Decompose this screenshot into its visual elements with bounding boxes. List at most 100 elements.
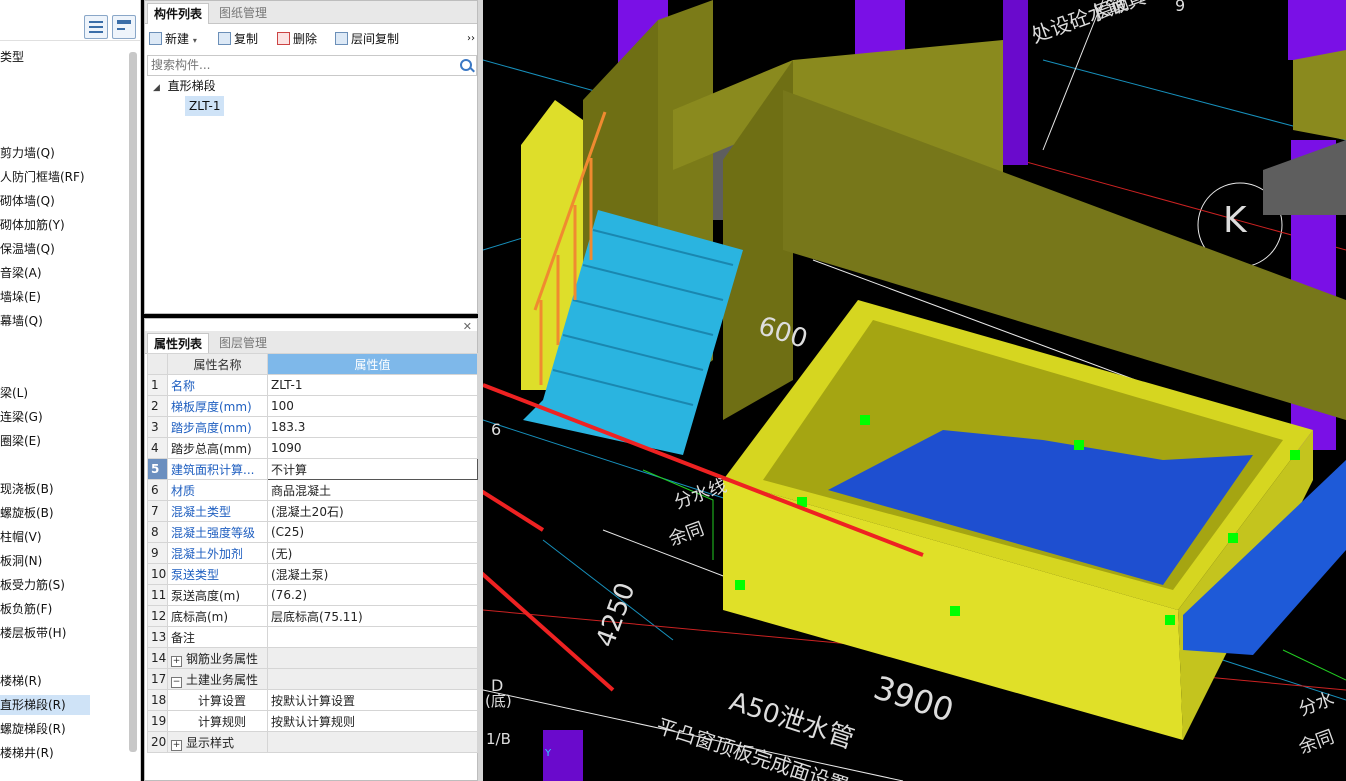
property-row[interactable]: 11 泵送高度(m) (76.2) (147, 584, 478, 606)
property-value[interactable]: 183.3 (267, 416, 478, 438)
tree-item-spiral-flight[interactable]: 螺旋梯段(R) (0, 719, 66, 739)
property-value[interactable]: (混凝土20石) (267, 500, 478, 522)
property-value[interactable]: ZLT-1 (267, 374, 478, 396)
tree-item-curtain-wall[interactable]: 幕墙(Q) (0, 311, 43, 331)
property-row[interactable]: 18 计算设置 按默认计算设置 (147, 689, 478, 711)
property-group-name: 显示样式 (186, 735, 235, 750)
property-row[interactable]: 4 踏步总高(mm) 1090 (147, 437, 478, 459)
property-name: 材质 (167, 479, 268, 501)
new-button[interactable]: 新建 ▾ (149, 30, 197, 48)
copy-icon (218, 32, 231, 45)
property-row[interactable]: 9 混凝土外加剂 (无) (147, 542, 478, 564)
collapse-triangle-icon[interactable]: ◢ (153, 83, 160, 93)
tree-item-column-cap[interactable]: 柱帽(V) (0, 527, 42, 547)
tree-item-insulation-wall[interactable]: 保温墙(Q) (0, 239, 55, 259)
more-icon[interactable]: ›› (467, 30, 475, 48)
3d-viewport[interactable]: 处设砼水簸箕 层面 9 K 600 3900 4250 A50泄水管 平凸窗顶板… (483, 0, 1346, 781)
property-value[interactable]: 按默认计算规则 (267, 710, 478, 732)
viewport-canvas (483, 0, 1346, 781)
search-icon[interactable] (460, 59, 472, 71)
expand-icon[interactable]: + (171, 655, 182, 667)
expand-icon[interactable]: + (171, 739, 182, 751)
delete-icon (277, 32, 290, 45)
property-value[interactable]: (C25) (267, 521, 478, 543)
tree-item-type[interactable]: 类型 (0, 47, 24, 67)
property-value[interactable]: 层底标高(75.11) (267, 605, 478, 627)
collapse-icon[interactable]: − (171, 676, 182, 688)
panel-view-icon[interactable] (112, 15, 136, 39)
property-row[interactable]: 10 泵送类型 (混凝土泵) (147, 563, 478, 585)
property-name: 计算规则 (167, 710, 268, 732)
tree-item-dark-beam[interactable]: 音梁(A) (0, 263, 42, 283)
tree-item-masonry-wall[interactable]: 砌体墙(Q) (0, 191, 55, 211)
property-row-selected[interactable]: 5 建筑面积计算... 不计算 (147, 458, 478, 480)
property-row[interactable]: 6 材质 商品混凝土 (147, 479, 478, 501)
header-property-name: 属性名称 (167, 353, 268, 375)
floor-copy-button[interactable]: 层间复制 (335, 30, 399, 48)
tree-toolbar (0, 0, 140, 41)
tree-item-stair[interactable]: 楼梯(R) (0, 671, 42, 691)
property-row[interactable]: 8 混凝土强度等级 (C25) (147, 521, 478, 543)
property-value[interactable]: 不计算 (267, 458, 478, 480)
tree-group-straight-flight[interactable]: ◢ 直形梯段 (153, 76, 216, 96)
tree-item-wall-pier[interactable]: 墙垛(E) (0, 287, 41, 307)
property-row[interactable]: 1 名称 ZLT-1 (147, 374, 478, 396)
tree-item-beam[interactable]: 梁(L) (0, 383, 28, 403)
floor-copy-icon (335, 32, 348, 45)
property-tabbar: 属性列表 图层管理 (145, 331, 477, 354)
tree-item-cast-slab[interactable]: 现浇板(B) (0, 479, 54, 499)
property-value[interactable]: 1090 (267, 437, 478, 459)
property-group-name: 钢筋业务属性 (186, 651, 259, 666)
tab-layer-manage[interactable]: 图层管理 (213, 333, 273, 353)
tree-item-stair-well[interactable]: 楼梯井(R) (0, 743, 54, 763)
tree-item-civil-door-wall[interactable]: 人防门框墙(RF) (0, 167, 85, 187)
tree-item-slab-main-rebar[interactable]: 板受力筋(S) (0, 575, 65, 595)
copy-button[interactable]: 复制 (218, 30, 258, 48)
property-row[interactable]: 3 踏步高度(mm) 183.3 (147, 416, 478, 438)
property-value[interactable]: (无) (267, 542, 478, 564)
tree-item-ring-beam[interactable]: 圈梁(E) (0, 431, 41, 451)
axis-y-label: Y (545, 748, 552, 759)
property-group-row[interactable]: 20 + 显示样式 (147, 731, 478, 753)
cad-text-1b: 1/B (486, 730, 511, 748)
tree-item-straight-flight[interactable]: 直形梯段(R) (0, 695, 90, 715)
property-row[interactable]: 13 备注 (147, 626, 478, 648)
chevron-down-icon[interactable]: ▾ (193, 36, 197, 45)
property-value[interactable]: (76.2) (267, 584, 478, 606)
property-row[interactable]: 12 底标高(m) 层底标高(75.11) (147, 605, 478, 627)
component-toolbar: 新建 ▾ 复制 删除 层间复制 ›› (145, 27, 477, 51)
property-value[interactable]: 商品混凝土 (267, 479, 478, 501)
tree-item-floor-strip[interactable]: 楼层板带(H) (0, 623, 66, 643)
property-group-row[interactable]: 14 + 钢筋业务属性 (147, 647, 478, 669)
tree-item-spiral-slab[interactable]: 螺旋板(B) (0, 503, 54, 523)
property-row[interactable]: 2 梯板厚度(mm) 100 (147, 395, 478, 417)
search-input[interactable] (148, 56, 454, 73)
property-row[interactable]: 7 混凝土类型 (混凝土20石) (147, 500, 478, 522)
property-value[interactable]: 按默认计算设置 (267, 689, 478, 711)
tree-item-shear-wall[interactable]: 剪力墙(Q) (0, 143, 55, 163)
cad-num-9: 9 (1175, 0, 1186, 15)
property-row[interactable]: 19 计算规则 按默认计算规则 (147, 710, 478, 732)
tree-item-zlt1[interactable]: ZLT-1 (185, 96, 225, 116)
property-value[interactable]: 100 (267, 395, 478, 417)
tab-property-list[interactable]: 属性列表 (147, 333, 210, 354)
tab-component-list[interactable]: 构件列表 (147, 3, 210, 24)
list-view-icon[interactable] (84, 15, 108, 39)
tab-drawing-manage[interactable]: 图纸管理 (213, 3, 273, 23)
property-panel: ✕ 属性列表 图层管理 属性名称 属性值 1 名称 ZLT-1 2 梯板厚度(mm) 1… (144, 318, 478, 781)
tree-item-link-beam[interactable]: 连梁(G) (0, 407, 43, 427)
component-type-tree: 类型 剪力墙(Q) 人防门框墙(RF) 砌体墙(Q) 砌体加筋(Y) 保温墙(Q… (0, 0, 141, 781)
tree-item-slab-neg-rebar[interactable]: 板负筋(F) (0, 599, 52, 619)
property-name: 泵送高度(m) (167, 584, 268, 606)
property-name: 混凝土类型 (167, 500, 268, 522)
property-value[interactable] (267, 626, 478, 648)
tree-item-masonry-rebar[interactable]: 砌体加筋(Y) (0, 215, 65, 235)
property-group-row[interactable]: 17− 土建业务属性 (147, 668, 478, 690)
delete-button[interactable]: 删除 (277, 30, 317, 48)
component-list-panel: 构件列表 图纸管理 新建 ▾ 复制 删除 层间复制 ›› ◢ 直形梯段 ZLT-… (144, 0, 478, 314)
component-search[interactable] (147, 55, 477, 76)
tree-scrollbar[interactable] (129, 52, 137, 752)
property-name: 混凝土强度等级 (167, 521, 268, 543)
tree-item-slab-hole[interactable]: 板洞(N) (0, 551, 42, 571)
property-value[interactable]: (混凝土泵) (267, 563, 478, 585)
